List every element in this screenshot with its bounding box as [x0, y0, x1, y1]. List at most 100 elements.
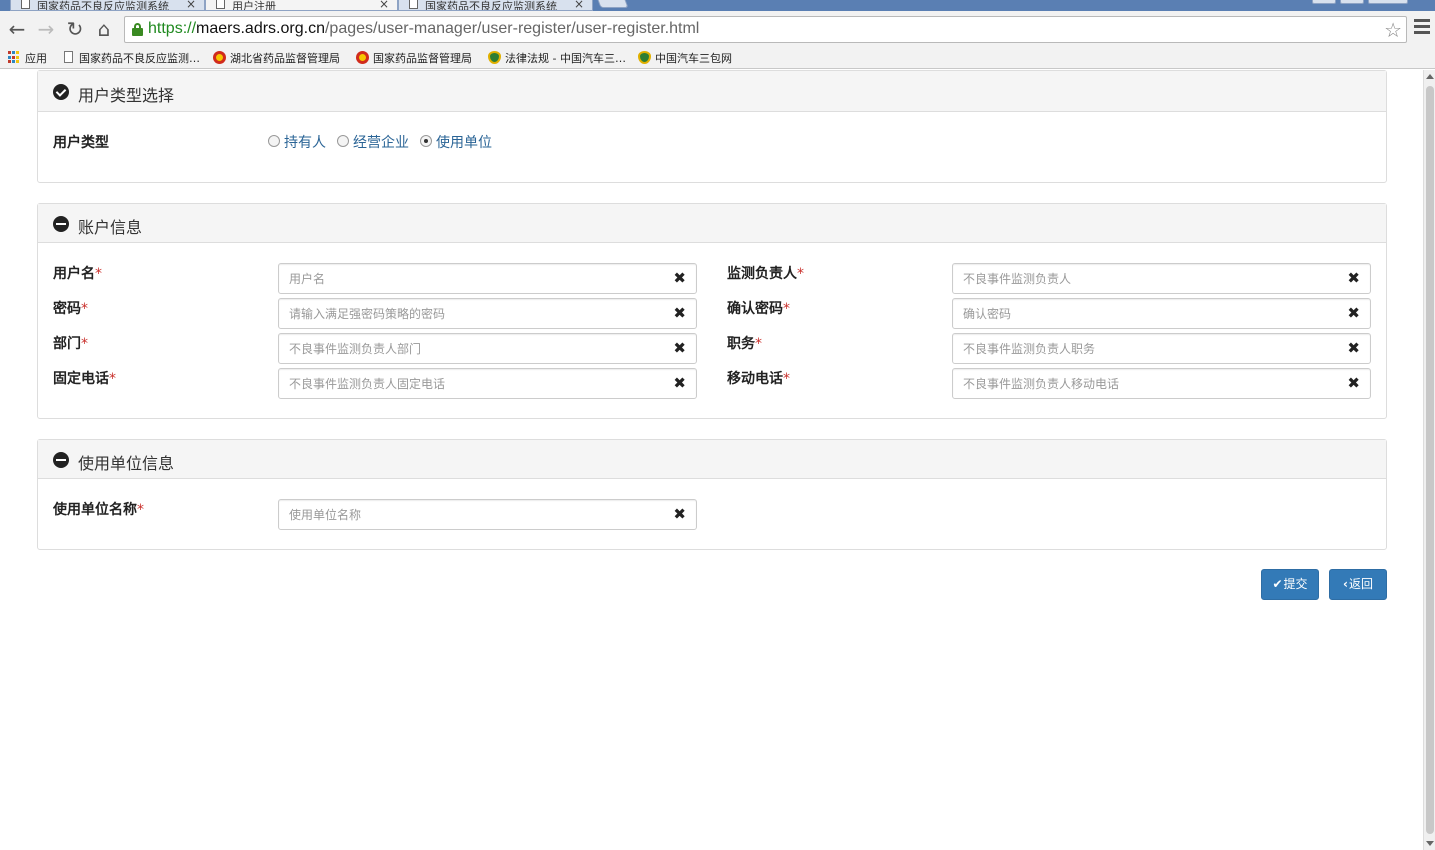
tab-label: 国家药品不良反应监测系统	[425, 0, 557, 11]
monitor-lead-label: 监测负责人*	[727, 266, 804, 282]
bookmark-item[interactable]: 湖北省药品监督管理局	[213, 50, 340, 67]
phone-field[interactable]: ✖	[278, 368, 697, 399]
clear-icon[interactable]: ✖	[673, 340, 686, 357]
clear-icon[interactable]: ✖	[673, 305, 686, 322]
menu-icon[interactable]	[1414, 19, 1430, 39]
clear-icon[interactable]: ✖	[1347, 340, 1360, 357]
radio-label[interactable]: 持有人	[284, 135, 326, 151]
bookmarks-bar: 应用 国家药品不良反应监测… 湖北省药品监督管理局 国家药品监督管理局 法律法规…	[0, 47, 1435, 69]
check-circle-icon	[53, 84, 69, 100]
monitor-lead-field[interactable]: ✖	[952, 263, 1371, 294]
browser-tab-active[interactable]: 用户注册 ×	[205, 0, 398, 11]
tab-label: 国家药品不良反应监测系统	[37, 0, 169, 11]
bookmark-item[interactable]: 法律法规 - 中国汽车三…	[488, 50, 628, 67]
page-content: 用户类型选择 用户类型 持有人 经营企业 使用单位 账户信息 用户名* ✖ 监测…	[0, 70, 1423, 850]
department-field[interactable]: ✖	[278, 333, 697, 364]
account-info-panel: 账户信息 用户名* ✖ 监测负责人* ✖ 密码* ✖ 确认密码* ✖ 部门* ✖	[37, 203, 1387, 419]
username-label: 用户名*	[53, 266, 102, 282]
radio-button-checked[interactable]	[420, 135, 432, 147]
back-label: 返回	[1348, 577, 1373, 591]
scroll-down-icon[interactable]	[1426, 841, 1434, 846]
bookmark-label: 国家药品不良反应监测…	[79, 52, 200, 65]
emblem-icon	[356, 51, 369, 64]
username-input[interactable]	[279, 264, 659, 293]
browser-tab[interactable]: 国家药品不良反应监测系统 ×	[10, 0, 205, 11]
bookmark-item[interactable]: 中国汽车三包网	[638, 50, 732, 67]
clear-icon[interactable]: ✖	[673, 375, 686, 392]
bookmark-label: 湖北省药品监督管理局	[230, 52, 340, 65]
password-field[interactable]: ✖	[278, 298, 697, 329]
page-scrollbar[interactable]	[1423, 70, 1435, 850]
bookmark-star-icon[interactable]: ☆	[1384, 18, 1402, 42]
clear-icon[interactable]: ✖	[1347, 375, 1360, 392]
radio-holder[interactable]: 持有人	[268, 132, 326, 152]
radio-label[interactable]: 经营企业	[353, 135, 409, 151]
address-bar[interactable]: https://maers.adrs.org.cn/pages/user-man…	[124, 16, 1407, 43]
radio-button[interactable]	[268, 135, 280, 147]
url-text[interactable]: https://maers.adrs.org.cn/pages/user-man…	[148, 20, 699, 38]
forward-arrow-icon[interactable]: →	[34, 17, 58, 41]
minimize-button[interactable]	[1312, 0, 1336, 4]
close-icon[interactable]: ×	[379, 0, 389, 10]
submit-button[interactable]: ✔提交	[1261, 569, 1319, 600]
browser-toolbar: ← → ↻ ⌂ https://maers.adrs.org.cn/pages/…	[0, 11, 1435, 47]
back-button[interactable]: ‹返回	[1329, 569, 1387, 600]
close-icon[interactable]: ×	[186, 0, 196, 10]
clear-icon[interactable]: ✖	[673, 506, 686, 523]
user-type-label: 用户类型	[53, 135, 109, 151]
scroll-thumb[interactable]	[1426, 86, 1434, 834]
unit-name-field[interactable]: ✖	[278, 499, 697, 530]
confirm-password-input[interactable]	[953, 299, 1333, 328]
mobile-field[interactable]: ✖	[952, 368, 1371, 399]
bookmark-apps[interactable]: 应用	[8, 50, 47, 67]
position-label: 职务*	[727, 336, 762, 352]
page-icon	[21, 0, 30, 9]
radio-label[interactable]: 使用单位	[436, 135, 492, 151]
position-field[interactable]: ✖	[952, 333, 1371, 364]
username-field[interactable]: ✖	[278, 263, 697, 294]
browser-tab[interactable]: 国家药品不良反应监测系统 ×	[398, 0, 593, 11]
password-label: 密码*	[53, 301, 88, 317]
apps-icon	[8, 51, 21, 64]
confirm-password-field[interactable]: ✖	[952, 298, 1371, 329]
chevron-left-icon: ‹	[1343, 577, 1348, 591]
close-icon[interactable]: ×	[574, 0, 584, 10]
panel-heading: 用户类型选择	[38, 71, 1386, 112]
unit-name-input[interactable]	[279, 500, 659, 529]
reload-icon[interactable]: ↻	[63, 17, 87, 41]
maximize-button[interactable]	[1340, 0, 1364, 4]
bookmark-label: 中国汽车三包网	[655, 52, 732, 65]
unit-name-label: 使用单位名称*	[53, 502, 144, 518]
new-tab-button[interactable]	[595, 0, 629, 8]
clear-icon[interactable]: ✖	[1347, 270, 1360, 287]
mobile-input[interactable]	[953, 369, 1333, 398]
clear-icon[interactable]: ✖	[673, 270, 686, 287]
close-window-button[interactable]	[1368, 0, 1408, 4]
monitor-lead-input[interactable]	[953, 264, 1333, 293]
bookmark-label: 应用	[25, 52, 47, 65]
phone-input[interactable]	[279, 369, 659, 398]
scroll-up-icon[interactable]	[1426, 74, 1434, 79]
back-arrow-icon[interactable]: ←	[5, 17, 29, 41]
radio-trading-company[interactable]: 经营企业	[337, 132, 409, 152]
page-icon	[64, 51, 73, 63]
minus-circle-icon[interactable]	[53, 216, 69, 232]
clear-icon[interactable]: ✖	[1347, 305, 1360, 322]
radio-user-unit[interactable]: 使用单位	[420, 132, 492, 152]
phone-label: 固定电话*	[53, 371, 116, 387]
tab-label: 用户注册	[232, 0, 276, 11]
submit-label: 提交	[1283, 577, 1308, 591]
department-input[interactable]	[279, 334, 659, 363]
minus-circle-icon[interactable]	[53, 452, 69, 468]
radio-button[interactable]	[337, 135, 349, 147]
confirm-password-label: 确认密码*	[727, 301, 790, 317]
bookmark-label: 法律法规 - 中国汽车三…	[505, 52, 626, 65]
bookmark-item[interactable]: 国家药品不良反应监测…	[62, 50, 202, 67]
home-icon[interactable]: ⌂	[92, 17, 116, 41]
bookmark-item[interactable]: 国家药品监督管理局	[356, 50, 472, 67]
shield-icon	[638, 51, 651, 64]
position-input[interactable]	[953, 334, 1333, 363]
shield-icon	[488, 51, 501, 64]
emblem-icon	[213, 51, 226, 64]
password-input[interactable]	[279, 299, 659, 328]
